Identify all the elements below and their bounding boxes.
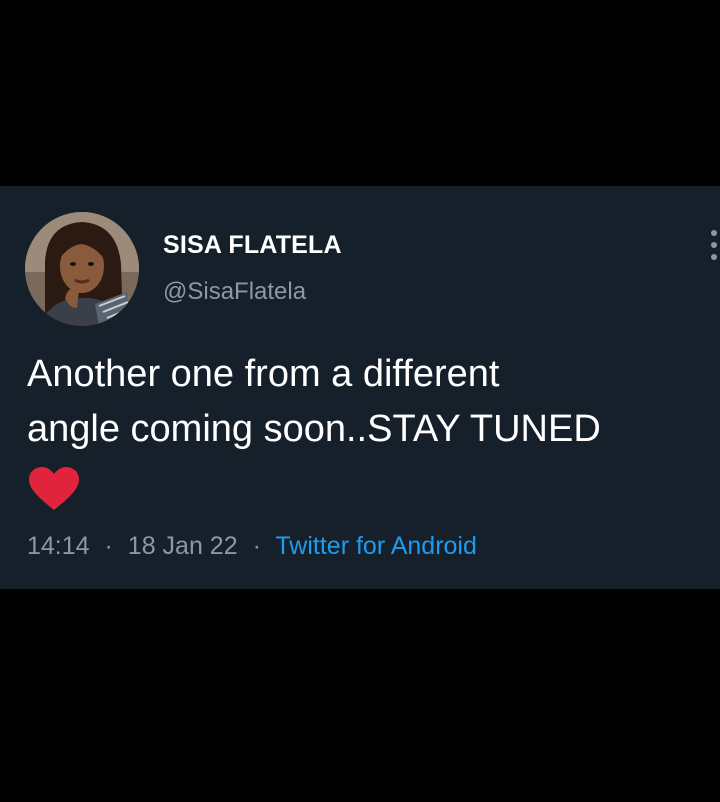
tweet-source-link[interactable]: Twitter for Android	[275, 532, 476, 560]
avatar[interactable]	[25, 212, 139, 326]
more-vertical-icon	[711, 242, 717, 248]
meta-separator: ·	[104, 532, 113, 560]
tweet-time[interactable]: 14:14	[27, 532, 90, 560]
tweet-text: Another one from a different angle comin…	[27, 353, 601, 450]
meta-separator: ·	[252, 532, 261, 560]
tweet-card: SISA FLATELA @SisaFlatela Another one fr…	[0, 186, 720, 589]
heart-icon	[28, 466, 80, 512]
more-vertical-icon	[711, 254, 717, 260]
tweet-date[interactable]: 18 Jan 22	[128, 532, 238, 560]
tweet-metadata: 14:14 · 18 Jan 22 · Twitter for Android	[27, 532, 477, 561]
avatar-image	[25, 212, 139, 326]
more-vertical-icon	[711, 230, 717, 236]
user-handle[interactable]: @SisaFlatela	[163, 278, 306, 306]
display-name[interactable]: SISA FLATELA	[163, 231, 342, 260]
more-options-button[interactable]	[705, 230, 720, 266]
